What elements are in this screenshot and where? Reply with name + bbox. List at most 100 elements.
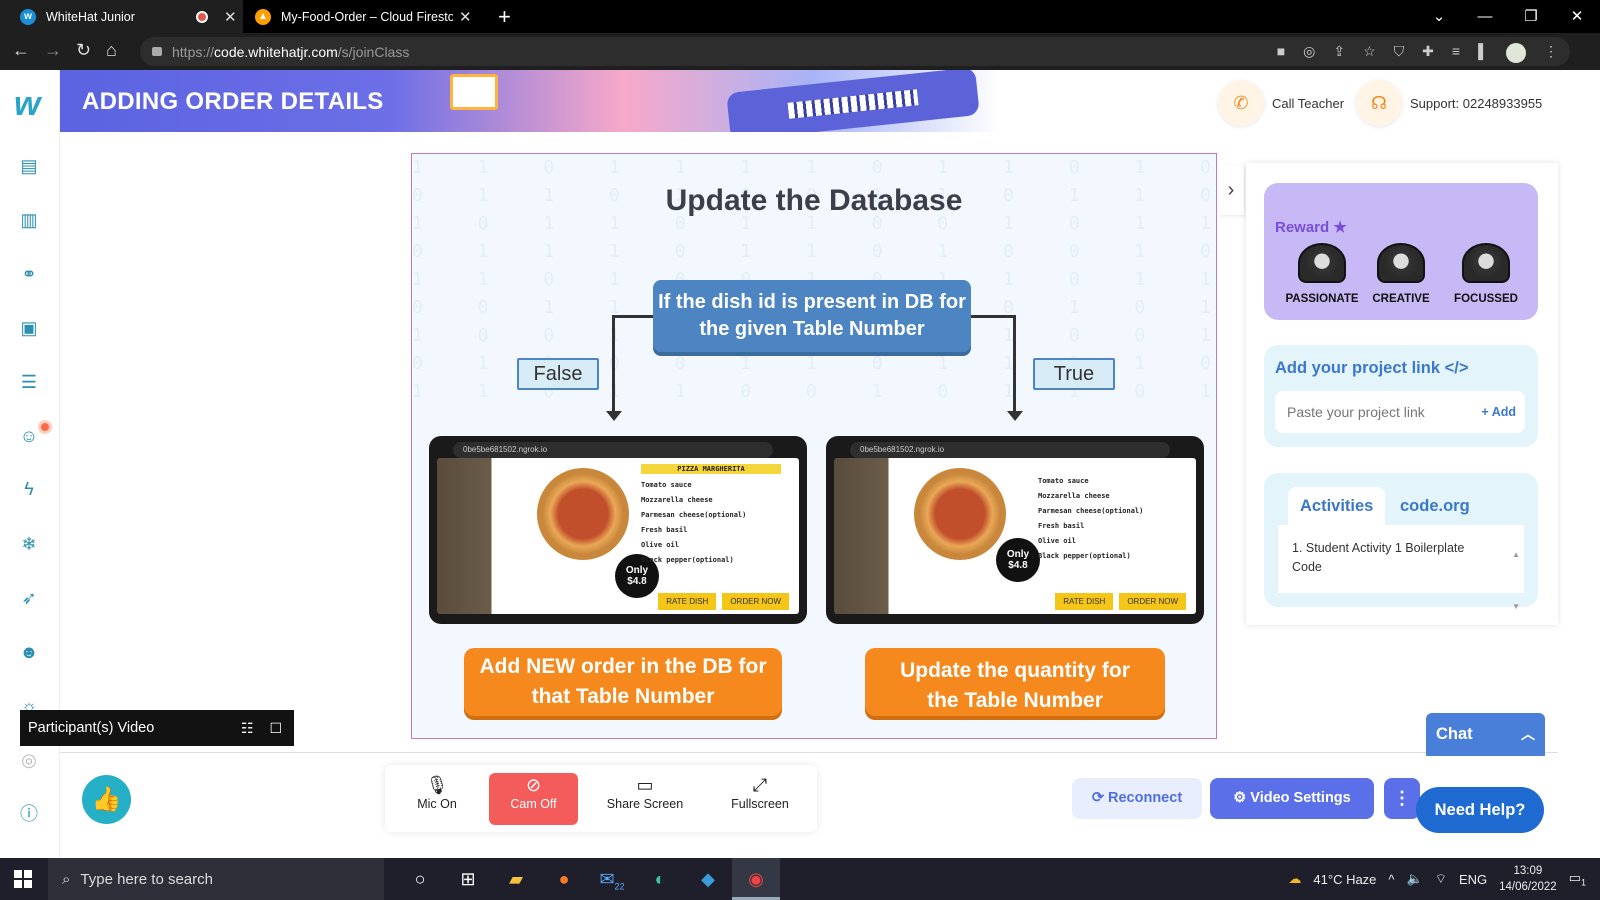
smiley-icon[interactable]: ☺: [18, 425, 40, 447]
maximize-icon[interactable]: ☐: [269, 710, 282, 746]
clock[interactable]: 13:09 14/06/2022: [1499, 863, 1557, 895]
tab-whitehat[interactable]: w WhiteHat Junior ✕: [0, 0, 243, 33]
need-help-button[interactable]: Need Help?: [1416, 787, 1544, 833]
users-icon[interactable]: ☻: [18, 641, 40, 663]
share-screen-button[interactable]: ▭ Share Screen: [601, 773, 689, 825]
menu-kebab-icon[interactable]: ⋮: [1544, 43, 1558, 63]
weather-text[interactable]: 41°C Haze: [1313, 872, 1376, 887]
profile-icon[interactable]: ◎: [18, 749, 40, 771]
forward-icon[interactable]: →: [44, 40, 62, 61]
speaker-icon[interactable]: 🔈: [1407, 871, 1423, 887]
call-teacher-button[interactable]: ✆ Call Teacher: [1218, 80, 1344, 126]
minimize-button[interactable]: —: [1462, 0, 1508, 33]
lightning-icon[interactable]: ϟ: [18, 478, 40, 500]
reload-icon[interactable]: ↻: [76, 40, 91, 61]
collapse-panel-chevron-icon[interactable]: ›: [1218, 165, 1244, 215]
notification-dot: [38, 420, 52, 434]
support-button[interactable]: ☊ Support: 02248933955: [1356, 80, 1542, 126]
book-icon[interactable]: ▥: [18, 209, 40, 231]
tab-activities[interactable]: Activities: [1288, 487, 1386, 525]
profile-avatar[interactable]: [1506, 43, 1526, 63]
cam-button[interactable]: ⊘ Cam Off: [489, 773, 578, 825]
connector-line: [612, 315, 653, 318]
camera-icon[interactable]: ■: [1277, 43, 1285, 63]
taskbar-search[interactable]: ⌕ Type here to search: [48, 858, 384, 900]
reading-list-icon[interactable]: ≡: [1452, 43, 1460, 63]
gear-icon: ⚙: [1233, 790, 1247, 806]
mic-button[interactable]: 🎙 Mic On: [403, 773, 471, 825]
widgets-icon[interactable]: ⊞: [444, 858, 492, 900]
add-link-button[interactable]: + Add: [1481, 405, 1516, 419]
network-icon[interactable]: ⌔: [1435, 871, 1447, 887]
badge-creative[interactable]: CREATIVE: [1361, 243, 1441, 305]
eye-off-icon[interactable]: ◎: [1303, 43, 1315, 63]
rate-dish-button: RATE DISH: [658, 593, 717, 610]
new-tab-button[interactable]: +: [498, 4, 511, 30]
dashboard-icon[interactable]: ▤: [18, 155, 40, 177]
helmet-icon: [1377, 243, 1425, 283]
participant-video-bar[interactable]: Participant(s) Video ☷ ☐: [20, 710, 294, 746]
right-panel: Reward ★ PASSIONATE CREATIVE FOCUSSED Ad…: [1246, 163, 1558, 625]
side-panel-icon[interactable]: ▌: [1478, 43, 1488, 63]
search-icon: ⌕: [62, 870, 71, 888]
layout-icon[interactable]: ☷: [241, 710, 254, 746]
restore-button[interactable]: ❐: [1508, 0, 1554, 33]
fullscreen-button[interactable]: ⤢ Fullscreen: [723, 773, 797, 825]
chrome-icon[interactable]: ◉: [732, 858, 780, 900]
share-icon[interactable]: ⇪: [1333, 43, 1345, 63]
thumbs-up-button[interactable]: 👍: [82, 775, 131, 824]
task-view-icon[interactable]: ○: [396, 858, 444, 900]
tab-firestore[interactable]: ▲ My-Food-Order – Cloud Firestore ✕: [243, 0, 478, 33]
vscode-icon[interactable]: ◆: [684, 858, 732, 900]
close-window-button[interactable]: ✕: [1554, 0, 1600, 33]
ingredients-list: Tomato sauce Mozzarella cheese Parmesan …: [1038, 477, 1144, 560]
file-explorer-icon[interactable]: ▰: [492, 858, 540, 900]
nodes-icon[interactable]: ⚭: [18, 263, 40, 285]
badge-passionate[interactable]: PASSIONATE: [1282, 243, 1362, 305]
false-label: False: [517, 358, 599, 390]
update-quantity-box: Update the quantity for the Table Number: [865, 648, 1165, 716]
tab-search-icon[interactable]: ⌄: [1416, 0, 1462, 33]
order-now-button: ORDER NOW: [1119, 593, 1186, 610]
home-icon[interactable]: ⌂: [106, 40, 117, 61]
chat-button[interactable]: Chat ︿: [1426, 713, 1545, 756]
document-icon[interactable]: ☰: [18, 371, 40, 393]
scrollbar[interactable]: ▲ ▼: [1512, 529, 1520, 633]
rocket-icon[interactable]: ➶: [18, 587, 40, 609]
badge-focussed[interactable]: FOCUSSED: [1446, 243, 1526, 305]
more-options-button[interactable]: ⋮: [1384, 778, 1420, 819]
back-icon[interactable]: ←: [12, 40, 30, 61]
whitehat-logo[interactable]: w: [14, 85, 40, 124]
reward-label: Reward ★: [1275, 219, 1347, 236]
browser-tab-bar: w WhiteHat Junior ✕ ▲ My-Food-Order – Cl…: [0, 0, 1600, 33]
notes-icon[interactable]: ▣: [18, 317, 40, 339]
tab-title: WhiteHat Junior: [46, 9, 135, 24]
pizza-image: [537, 468, 629, 560]
snowflake-icon[interactable]: ❄: [18, 533, 40, 555]
arrow-down-icon: [1007, 411, 1023, 421]
tab-code-org[interactable]: code.org: [1388, 487, 1482, 525]
weather-icon: ☁: [1288, 871, 1302, 886]
bookmark-star-icon[interactable]: ☆: [1363, 43, 1376, 63]
activity-item[interactable]: 1. Student Activity 1 Boilerplate Code: [1292, 539, 1494, 577]
address-bar-row: ← → ↻ ⌂ https://code.whitehatjr.com/s/jo…: [0, 33, 1600, 70]
rate-dish-button: RATE DISH: [1055, 593, 1114, 610]
shield-extension-icon[interactable]: ⛉: [1394, 43, 1405, 63]
video-settings-button[interactable]: ⚙ Video Settings: [1210, 778, 1374, 819]
extensions-icon[interactable]: ✚: [1422, 43, 1434, 63]
omnibox-icons: ■ ◎ ⇪ ☆ ⛉ ✚ ≡ ▌ ⋮: [1277, 43, 1558, 63]
reconnect-button[interactable]: ⟳ Reconnect: [1072, 778, 1202, 819]
close-tab-icon[interactable]: ✕: [224, 8, 237, 26]
mail-icon[interactable]: ✉22: [588, 858, 636, 900]
url-field[interactable]: https://code.whitehatjr.com/s/joinClass …: [140, 37, 1570, 66]
notification-center-icon[interactable]: ▭1: [1569, 870, 1586, 888]
language-indicator[interactable]: ENG: [1459, 872, 1487, 887]
close-tab-icon[interactable]: ✕: [459, 8, 472, 26]
edge-icon[interactable]: ◐: [636, 858, 684, 900]
tray-chevron-icon[interactable]: ^: [1388, 872, 1394, 887]
firefox-icon[interactable]: ●: [540, 858, 588, 900]
windows-start-icon[interactable]: [14, 870, 32, 888]
info-icon[interactable]: ⓘ: [18, 803, 40, 825]
arrow-down-icon: [606, 411, 622, 421]
connector-line: [612, 315, 615, 413]
